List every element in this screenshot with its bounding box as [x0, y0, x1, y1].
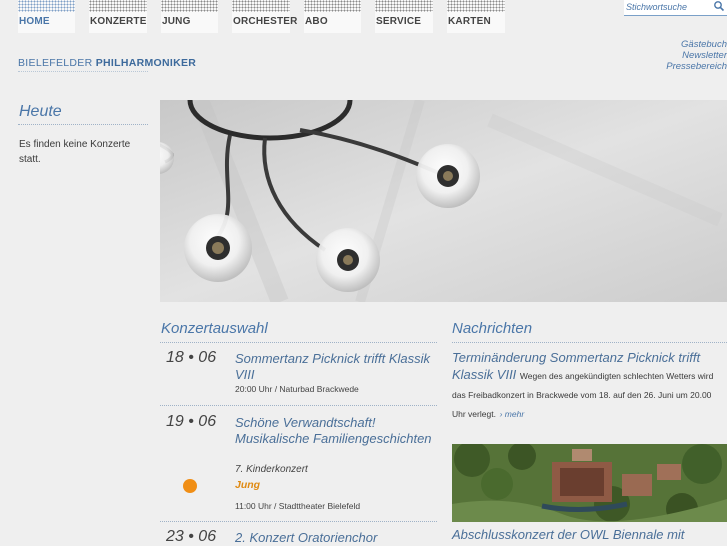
concert-date: 23 • 06 [166, 528, 217, 545]
news-headline[interactable]: Abschlusskonzert der OWL Biennale mit [452, 527, 727, 542]
nav-item-label: SERVICE [376, 16, 422, 27]
concerts-divider [160, 342, 437, 343]
nav-item-jung[interactable]: JUNG [161, 0, 218, 33]
castle-aerial-illustration [452, 444, 727, 522]
chevron-right-icon: › [499, 409, 503, 419]
concert-divider [160, 405, 437, 406]
news-image[interactable] [452, 444, 727, 522]
nav-dots [232, 0, 290, 12]
today-text: Es finden keine Konzerte statt. [19, 139, 131, 165]
nav-dots [447, 0, 505, 12]
nav-item-abo[interactable]: ABO [304, 0, 361, 33]
concert-meta: 11:00 Uhr / Stadttheater Bielefeld [235, 501, 361, 511]
nav-item-label: ABO [305, 16, 328, 27]
nav-item-label: KARTEN [448, 16, 491, 27]
service-links: Gästebuch Newsletter Pressebereich [666, 39, 727, 72]
concert-divider [160, 521, 437, 522]
news-more-label: mehr [504, 409, 525, 419]
main-navigation: HOME KONZERTE JUNG ORCHESTER ABO SERVICE… [0, 0, 727, 34]
nav-item-karten[interactable]: KARTEN [447, 0, 505, 33]
concert-title[interactable]: Schöne Verwandtschaft! Musikalische Fami… [235, 415, 440, 447]
news-item[interactable]: Terminänderung Sommertanz Picknick triff… [452, 349, 727, 423]
concerts-heading: Konzertauswahl [161, 320, 268, 337]
nav-dots [304, 0, 361, 12]
link-guestbook[interactable]: Gästebuch [666, 39, 727, 50]
jung-indicator-icon [183, 479, 197, 493]
concert-title[interactable]: 2. Konzert Oratorienchor [235, 530, 440, 546]
search-input[interactable] [626, 1, 710, 13]
nav-dots [18, 0, 75, 12]
link-press[interactable]: Pressebereich [666, 61, 727, 72]
nav-item-konzerte[interactable]: KONZERTE [89, 0, 147, 33]
brand-divider [18, 71, 148, 73]
concert-subtitle: 7. Kinderkonzert [235, 464, 308, 475]
brand-name: PHILHARMONIKER [95, 57, 197, 69]
hero-image [160, 100, 727, 302]
concert-item[interactable]: 23 • 06 2. Konzert Oratorienchor [160, 528, 437, 545]
nav-item-label: HOME [19, 16, 50, 27]
search-box [624, 0, 727, 16]
search-icon[interactable] [713, 0, 725, 12]
nav-item-label: JUNG [162, 16, 191, 27]
today-divider [18, 124, 148, 125]
nav-dots [375, 0, 433, 12]
nav-item-orchester[interactable]: ORCHESTER [232, 0, 297, 33]
concert-date: 19 • 06 [166, 413, 217, 430]
news-more-link[interactable]: › mehr [500, 409, 525, 419]
concert-item[interactable]: 19 • 06 Schöne Verwandtschaft! Musikalis… [160, 413, 437, 521]
news-heading: Nachrichten [452, 320, 533, 337]
concert-item[interactable]: 18 • 06 Sommertanz Picknick trifft Klass… [160, 349, 437, 405]
site-brand[interactable]: BIELEFELDER PHILHARMONIKER [18, 57, 196, 69]
nav-item-service[interactable]: SERVICE [375, 0, 433, 33]
concert-tag[interactable]: Jung [235, 479, 260, 491]
chandelier-illustration [160, 100, 727, 302]
brand-prefix: BIELEFELDER [18, 57, 96, 69]
nav-dots [161, 0, 218, 12]
concert-date: 18 • 06 [166, 349, 217, 366]
news-divider [452, 342, 727, 343]
concert-title[interactable]: Sommertanz Picknick trifft Klassik VIII [235, 351, 440, 383]
today-heading: Heute [19, 103, 62, 120]
link-newsletter[interactable]: Newsletter [666, 50, 727, 61]
nav-dots [89, 0, 147, 12]
concert-meta: 20:00 Uhr / Naturbad Brackwede [235, 384, 359, 394]
nav-item-label: KONZERTE [90, 16, 147, 27]
nav-item-label: ORCHESTER [233, 16, 298, 27]
nav-item-home[interactable]: HOME [18, 0, 75, 33]
